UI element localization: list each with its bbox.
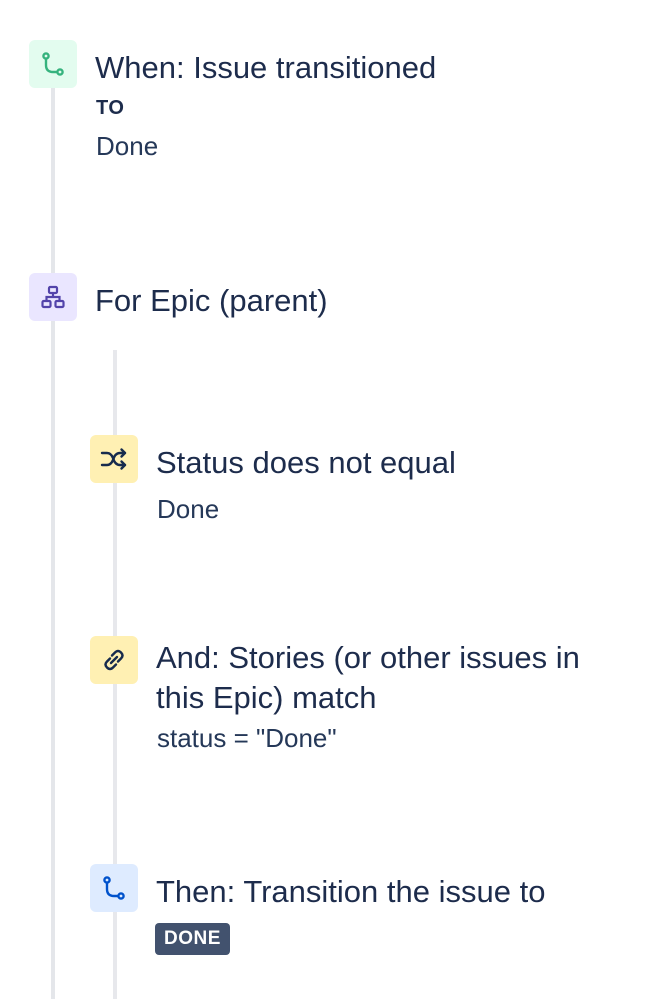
rule-timeline-rail xyxy=(51,86,55,999)
action-title: Then: Transition the issue to xyxy=(156,874,546,909)
status-lozenge: DONE xyxy=(155,923,230,955)
link-icon xyxy=(90,636,138,684)
condition-related-title: And: Stories (or other issues in this Ep… xyxy=(156,640,580,715)
shuffle-icon xyxy=(90,435,138,483)
trigger-to-label: TO xyxy=(96,97,125,119)
branch-title: For Epic (parent) xyxy=(95,283,328,318)
transition-icon xyxy=(90,864,138,912)
hierarchy-icon xyxy=(29,273,77,321)
condition-related-jql: status = "Done" xyxy=(157,723,337,753)
condition-status-value: Done xyxy=(157,494,220,524)
trigger-title: When: Issue transitioned xyxy=(95,50,437,85)
condition-status-title: Status does not equal xyxy=(156,445,456,480)
transition-icon xyxy=(29,40,77,88)
trigger-to-value: Done xyxy=(96,131,159,161)
